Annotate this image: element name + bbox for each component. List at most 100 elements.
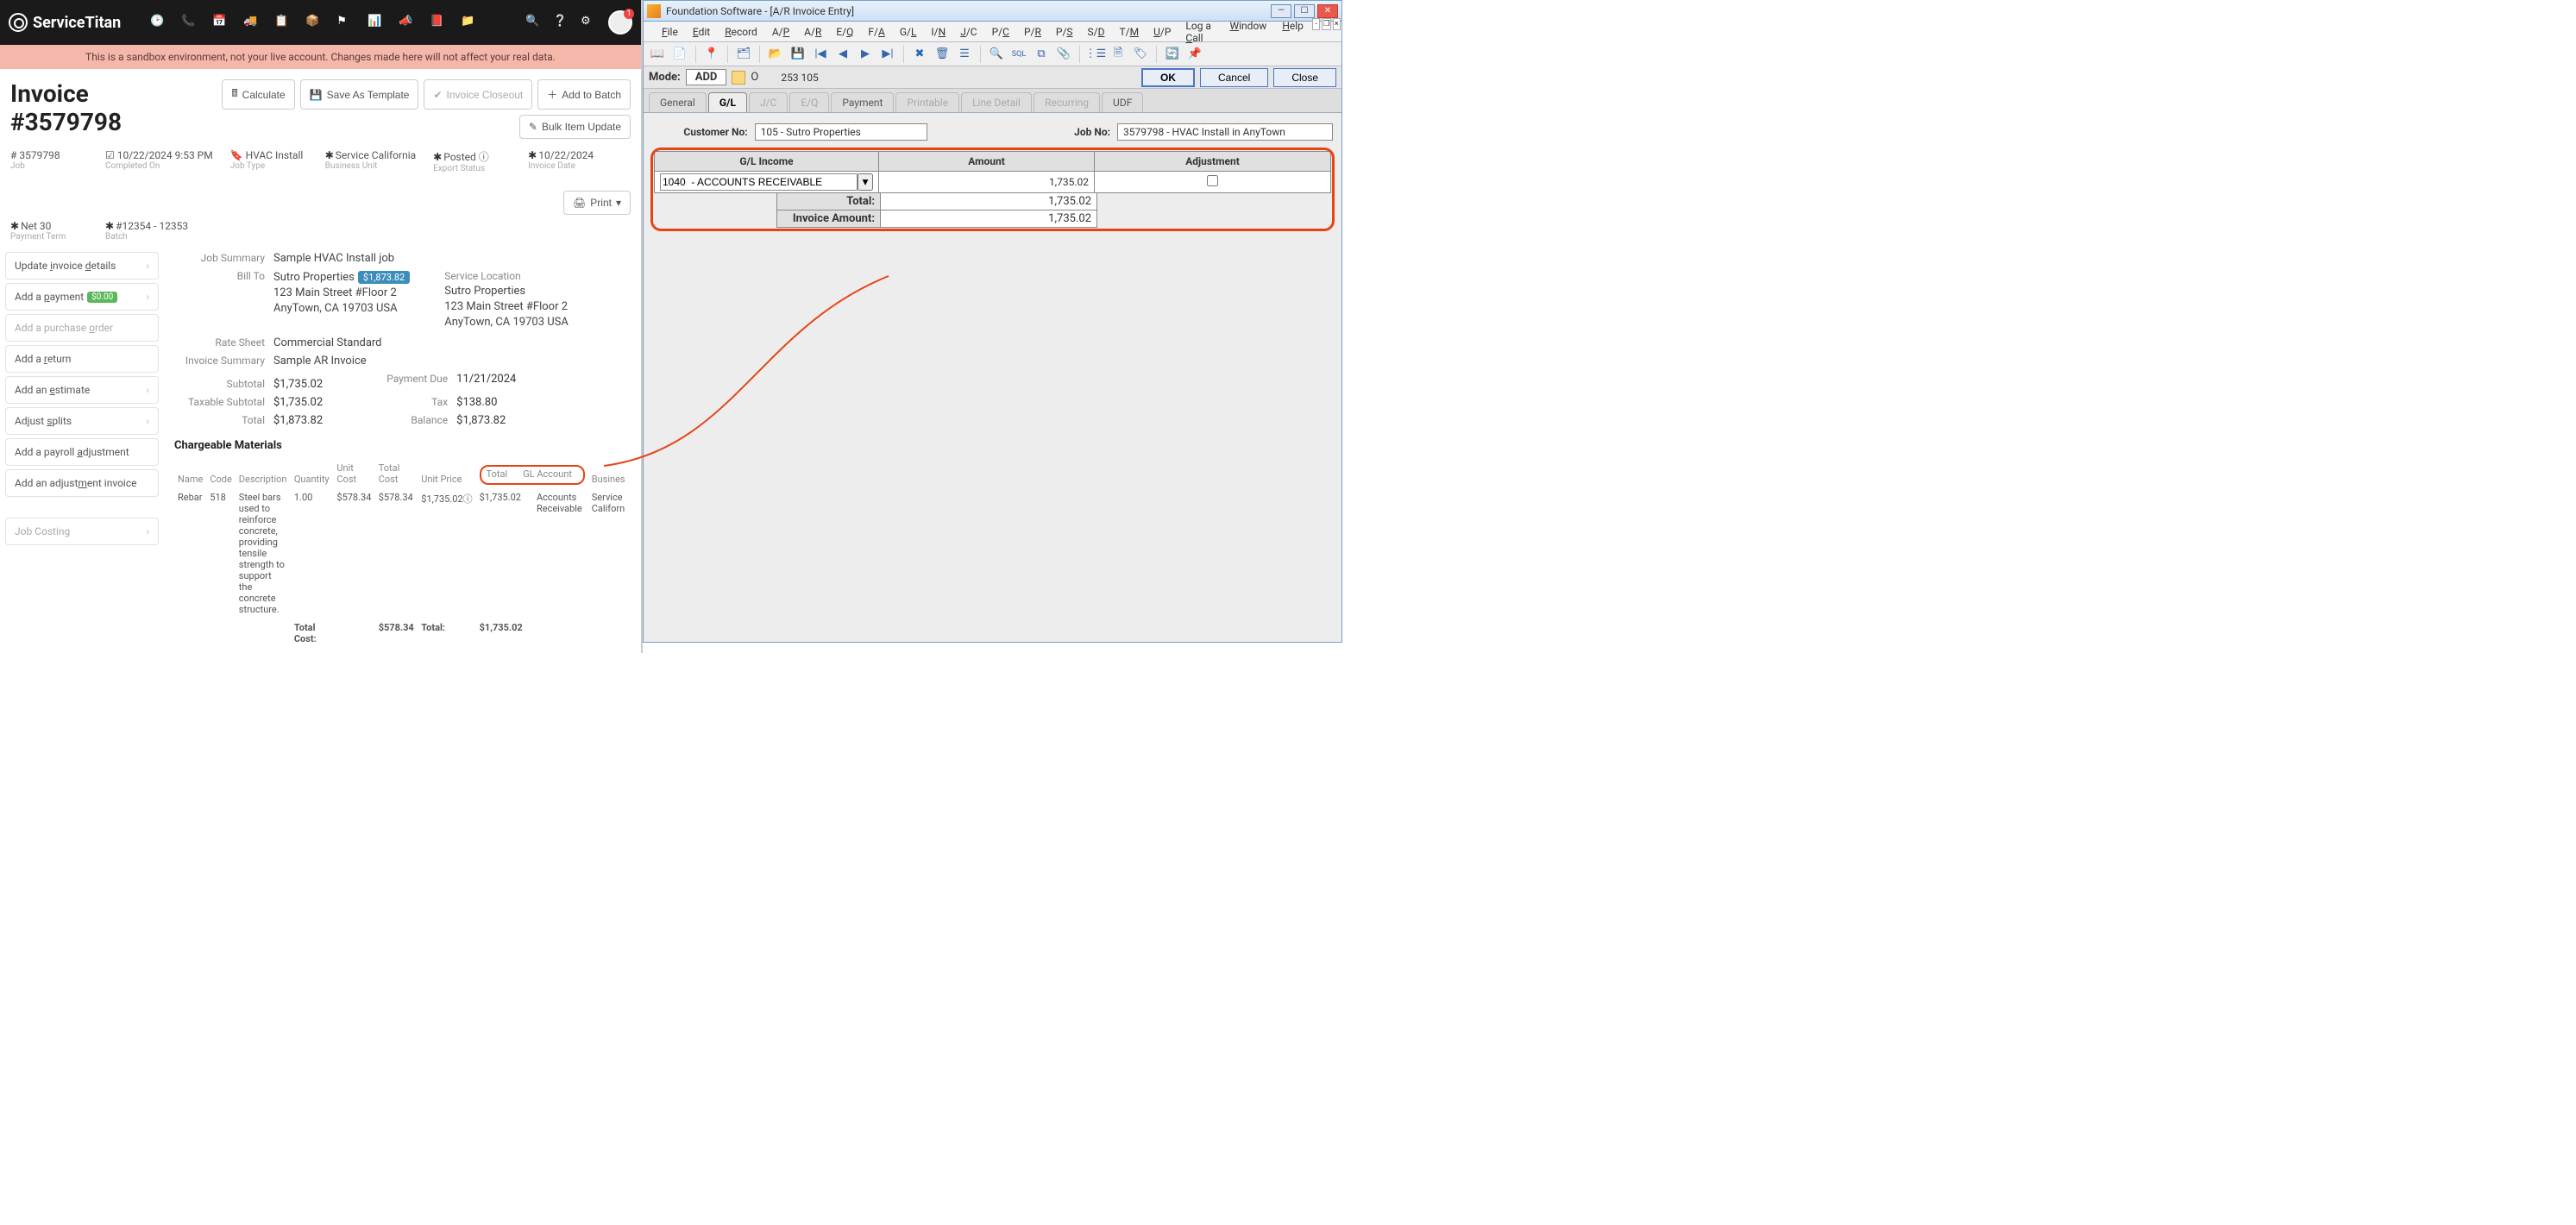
action-adj-invoice[interactable]: Add an adjustment invoice bbox=[5, 469, 159, 497]
menu-eq[interactable]: E/Q bbox=[829, 24, 860, 40]
menu-up[interactable]: U/P bbox=[1147, 24, 1178, 40]
gl-account-dropdown[interactable]: ▾ bbox=[858, 173, 873, 191]
folder-icon[interactable]: 📁 bbox=[461, 15, 476, 30]
pin2-icon[interactable]: 📌 bbox=[1184, 45, 1205, 64]
avatar[interactable]: 1 bbox=[608, 10, 632, 35]
flag-icon[interactable]: ⚑ bbox=[336, 15, 352, 30]
bulk-item-button[interactable]: ✎Bulk Item Update bbox=[519, 115, 631, 139]
job-no-field[interactable]: 3579798 - HVAC Install in AnyTown bbox=[1117, 123, 1333, 141]
chart-icon[interactable]: 📊 bbox=[368, 15, 383, 30]
tab-eq[interactable]: E/Q bbox=[789, 92, 829, 112]
delete-record-icon[interactable]: ✖ bbox=[909, 45, 930, 64]
mdi-restore[interactable]: ❐ bbox=[1322, 18, 1330, 30]
book-open-icon[interactable]: 📖 bbox=[647, 45, 668, 64]
phone-icon[interactable]: 📞 bbox=[181, 15, 197, 30]
menu-ps[interactable]: P/S bbox=[1049, 24, 1080, 40]
tab-gl[interactable]: G/L bbox=[708, 92, 747, 112]
megaphone-icon[interactable]: 📣 bbox=[399, 15, 414, 30]
tab-printable[interactable]: Printable bbox=[895, 92, 959, 112]
bullet-list-icon[interactable]: ⋮☰ bbox=[1085, 45, 1106, 64]
menu-edit[interactable]: Edit bbox=[686, 24, 717, 40]
lock-icon[interactable] bbox=[732, 71, 745, 85]
attach-icon[interactable]: 📎 bbox=[1053, 45, 1074, 64]
action-add-estimate[interactable]: Add an estimate› bbox=[5, 376, 159, 404]
foundation-logo-icon bbox=[647, 4, 661, 18]
customer-no-field[interactable]: 105 - Sutro Properties bbox=[755, 123, 927, 141]
sql-icon[interactable]: SQL bbox=[1008, 45, 1029, 64]
refresh-icon[interactable]: 🔄 bbox=[1162, 45, 1183, 64]
page-icon[interactable]: 📄 bbox=[669, 45, 690, 64]
gl-account-input[interactable] bbox=[660, 173, 858, 191]
calculate-button[interactable]: 🖩Calculate bbox=[222, 79, 294, 110]
action-job-costing[interactable]: Job Costing› bbox=[5, 518, 159, 545]
menu-ar[interactable]: A/R bbox=[797, 24, 828, 40]
save-template-button[interactable]: 💾Save As Template bbox=[300, 79, 419, 110]
menu-fa[interactable]: F/A bbox=[861, 24, 891, 40]
folder-open-icon[interactable]: 📂 bbox=[765, 45, 786, 64]
clock-icon[interactable]: 🕑 bbox=[150, 15, 166, 30]
help-icon[interactable]: ❔ bbox=[553, 15, 569, 30]
menu-gl[interactable]: G/L bbox=[893, 24, 924, 40]
gl-adjustment-checkbox[interactable] bbox=[1207, 175, 1218, 186]
action-add-return[interactable]: Add a return bbox=[5, 345, 159, 373]
calendar-icon[interactable]: 📅 bbox=[212, 15, 228, 30]
menu-help[interactable]: Help bbox=[1275, 18, 1310, 46]
menu-record[interactable]: Record bbox=[718, 24, 764, 40]
cube-icon[interactable]: 📦 bbox=[305, 15, 321, 30]
list-icon[interactable]: ☰ bbox=[954, 45, 975, 64]
tree-icon[interactable]: 🗂 bbox=[733, 45, 754, 64]
gear-icon[interactable]: ⚙ bbox=[581, 15, 596, 30]
grid-tool-icon[interactable]: ⧉ bbox=[1031, 45, 1052, 64]
action-add-po[interactable]: Add a purchase order bbox=[5, 314, 159, 342]
menu-ap[interactable]: A/P bbox=[765, 24, 796, 40]
action-add-payment[interactable]: Add a payment$0.00› bbox=[5, 283, 159, 311]
doc-icon[interactable]: 🗎 bbox=[1108, 45, 1128, 64]
next-icon[interactable]: ▶ bbox=[855, 45, 876, 64]
menu-pr[interactable]: P/R bbox=[1017, 24, 1048, 40]
trash-icon[interactable]: 🗑 bbox=[932, 45, 952, 64]
mdi-close[interactable]: × bbox=[1333, 18, 1341, 30]
save-icon[interactable]: 💾 bbox=[788, 45, 808, 64]
menu-file[interactable]: File bbox=[655, 24, 685, 40]
search-icon[interactable]: 🔍 bbox=[986, 45, 1007, 64]
first-icon[interactable]: |◀ bbox=[810, 45, 831, 64]
minimize-button[interactable]: — bbox=[1271, 4, 1291, 18]
meta-jobtype: 🔖 HVAC Install Job Type bbox=[230, 149, 308, 173]
tab-payment[interactable]: Payment bbox=[831, 92, 894, 112]
menu-logcall[interactable]: Log a Call bbox=[1178, 18, 1221, 46]
truck-icon[interactable]: 🚚 bbox=[243, 15, 259, 30]
clipboard-icon[interactable]: 📋 bbox=[274, 15, 290, 30]
tab-jc[interactable]: J/C bbox=[749, 92, 788, 112]
tab-general[interactable]: General bbox=[649, 92, 707, 112]
add-to-batch-button[interactable]: ＋Add to Batch bbox=[537, 79, 631, 110]
menu-in[interactable]: I/N bbox=[924, 24, 952, 40]
last-icon[interactable]: ▶| bbox=[877, 45, 898, 64]
menu-pc[interactable]: P/C bbox=[985, 24, 1016, 40]
close-window-button[interactable]: Close bbox=[1273, 68, 1336, 87]
ok-button[interactable]: OK bbox=[1141, 68, 1195, 87]
prev-icon[interactable]: ◀ bbox=[832, 45, 853, 64]
gl-amount[interactable]: 1,735.02 bbox=[879, 172, 1095, 193]
menu-window[interactable]: Window bbox=[1222, 18, 1273, 46]
menu-tm[interactable]: T/M bbox=[1112, 24, 1146, 40]
tab-udf[interactable]: UDF bbox=[1102, 92, 1143, 112]
cancel-button[interactable]: Cancel bbox=[1200, 68, 1268, 87]
maximize-button[interactable]: ☐ bbox=[1294, 4, 1315, 18]
tab-linedetail[interactable]: Line Detail bbox=[961, 92, 1032, 112]
label-icon[interactable]: 🏷 bbox=[1130, 45, 1151, 64]
action-invoice-details[interactable]: Update invoice details› bbox=[5, 252, 159, 280]
menu-jc[interactable]: J/C bbox=[953, 24, 983, 40]
info-icon[interactable]: ⓘ bbox=[463, 493, 473, 505]
book-icon[interactable]: 📕 bbox=[430, 15, 445, 30]
mdi-minimize[interactable]: - bbox=[1312, 18, 1321, 30]
invoice-closeout-button[interactable]: ✔Invoice Closeout bbox=[424, 79, 532, 110]
action-adjust-splits[interactable]: Adjust splits› bbox=[5, 407, 159, 435]
print-button[interactable]: 🖨Print ▾ bbox=[563, 191, 631, 215]
close-button[interactable]: ✕ bbox=[1317, 4, 1338, 18]
pin-icon[interactable]: 📍 bbox=[701, 45, 722, 64]
action-payroll-adj[interactable]: Add a payroll adjustment bbox=[5, 438, 159, 466]
menu-sd[interactable]: S/D bbox=[1081, 24, 1112, 40]
tab-recurring[interactable]: Recurring bbox=[1034, 92, 1100, 112]
search-icon[interactable]: 🔍 bbox=[525, 15, 541, 30]
gl-total: 1,735.02 bbox=[881, 193, 1096, 210]
